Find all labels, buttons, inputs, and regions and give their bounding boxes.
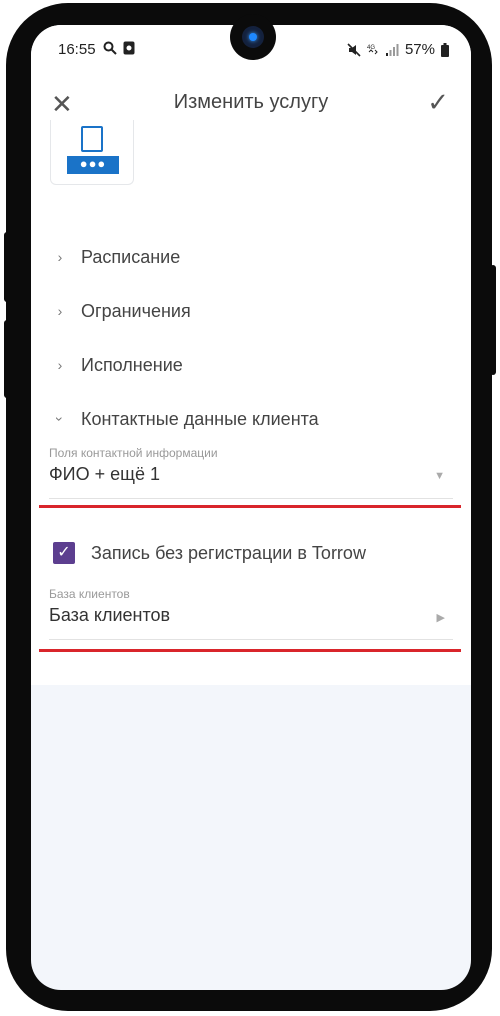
network-4g-icon: 4G — [367, 45, 378, 54]
section-label: Ограничения — [81, 300, 191, 321]
search-icon — [103, 41, 117, 55]
screen: 16:55 4G 57% ✕ Изменить услугу ✓ ●●● › Р… — [31, 25, 471, 990]
client-base-select[interactable]: База клиентов База клиентов ▶ — [49, 587, 453, 640]
section-client-contacts[interactable]: › Контактные данные клиента — [52, 404, 319, 434]
client-base-value: База клиентов — [49, 605, 171, 625]
chevron-down-icon: › — [52, 416, 68, 422]
checkmark-icon[interactable]: ✓ — [427, 87, 449, 118]
no-registration-checkbox-row[interactable]: ✓ Запись без регистрации в Torrow — [53, 542, 366, 564]
section-label: Исполнение — [81, 354, 183, 375]
section-restrictions[interactable]: › Ограничения — [53, 296, 191, 326]
page-title: Изменить услугу — [173, 91, 329, 113]
chevron-right-icon: ▶ — [436, 612, 445, 624]
section-execution[interactable]: › Исполнение — [53, 350, 183, 380]
highlight-underline — [39, 505, 461, 508]
media-icon — [123, 41, 135, 55]
front-camera — [230, 14, 276, 60]
section-schedule[interactable]: › Расписание — [53, 242, 181, 272]
contact-fields-value: ФИО + ещё 1 — [49, 464, 160, 484]
status-time: 16:55 — [58, 41, 96, 58]
signal-icon — [385, 43, 399, 56]
highlight-underline — [39, 649, 461, 652]
section-label: Расписание — [81, 246, 181, 267]
file-icon — [81, 126, 103, 152]
no-registration-checkbox[interactable]: ✓ — [53, 542, 75, 564]
more-options-icon: ●●● — [67, 156, 119, 174]
side-button-left — [4, 232, 10, 302]
section-label: Контактные данные клиента — [81, 408, 319, 429]
dropdown-arrow-icon: ▼ — [434, 470, 445, 482]
mute-icon — [347, 42, 361, 57]
service-image-tile[interactable]: ●●● — [50, 120, 134, 185]
battery-icon — [441, 42, 449, 57]
battery-level: 57% — [404, 41, 435, 58]
no-registration-label: Запись без регистрации в Torrow — [91, 542, 366, 563]
camera-lens — [242, 26, 264, 48]
chevron-right-icon: › — [57, 303, 63, 319]
client-base-label: База клиентов — [49, 587, 130, 601]
side-button-right — [490, 265, 496, 375]
side-button-left-lower — [4, 320, 10, 398]
contact-fields-select[interactable]: Поля контактной информации ФИО + ещё 1 ▼ — [49, 446, 453, 499]
chevron-right-icon: › — [57, 357, 63, 373]
contact-fields-label: Поля контактной информации — [49, 446, 218, 460]
chevron-right-icon: › — [57, 249, 63, 265]
